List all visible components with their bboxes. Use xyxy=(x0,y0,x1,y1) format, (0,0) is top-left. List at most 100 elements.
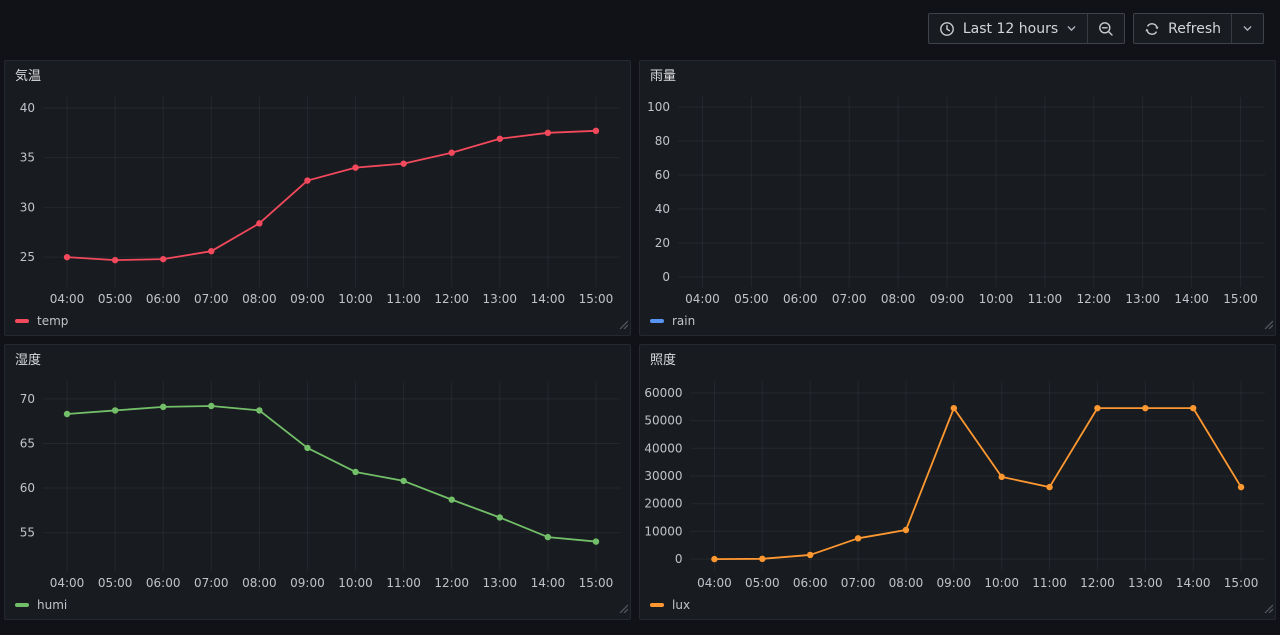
svg-text:40: 40 xyxy=(20,101,35,115)
panel-title[interactable]: 湿度 xyxy=(5,345,630,373)
svg-text:13:00: 13:00 xyxy=(1125,292,1160,306)
svg-text:65: 65 xyxy=(20,436,35,450)
svg-text:08:00: 08:00 xyxy=(242,292,277,306)
time-range-label: Last 12 hours xyxy=(963,21,1058,37)
time-series-chart: 010000200003000040000500006000004:0005:0… xyxy=(640,373,1275,593)
legend-swatch xyxy=(650,603,664,607)
svg-text:25: 25 xyxy=(20,250,35,264)
svg-text:04:00: 04:00 xyxy=(697,576,732,590)
svg-text:20: 20 xyxy=(655,236,670,250)
svg-text:11:00: 11:00 xyxy=(386,292,421,306)
panel-title[interactable]: 雨量 xyxy=(640,61,1275,89)
legend-item-rain[interactable]: rain xyxy=(650,314,695,328)
legend-item-humi[interactable]: humi xyxy=(15,598,67,612)
svg-text:15:00: 15:00 xyxy=(1223,292,1258,306)
svg-text:12:00: 12:00 xyxy=(434,292,469,306)
refresh-icon xyxy=(1144,21,1160,37)
chart-legend: rain xyxy=(640,309,1275,333)
zoom-out-button[interactable] xyxy=(1087,14,1124,43)
time-controls-group: Last 12 hours xyxy=(928,13,1125,44)
svg-text:04:00: 04:00 xyxy=(685,292,720,306)
svg-text:12:00: 12:00 xyxy=(1080,576,1115,590)
panel-rain: 雨量 02040608010004:0005:0006:0007:0008:00… xyxy=(639,60,1276,336)
legend-item-lux[interactable]: lux xyxy=(650,598,690,612)
svg-text:05:00: 05:00 xyxy=(745,576,780,590)
svg-text:11:00: 11:00 xyxy=(386,576,421,590)
legend-label: humi xyxy=(37,598,67,612)
chart-legend: humi xyxy=(5,593,630,617)
panel-temperature: 気温 2530354004:0005:0006:0007:0008:0009:0… xyxy=(4,60,631,336)
svg-text:30: 30 xyxy=(20,200,35,214)
svg-text:06:00: 06:00 xyxy=(146,292,181,306)
svg-text:15:00: 15:00 xyxy=(579,292,614,306)
time-series-chart: 02040608010004:0005:0006:0007:0008:0009:… xyxy=(640,89,1275,309)
svg-text:06:00: 06:00 xyxy=(793,576,828,590)
svg-text:05:00: 05:00 xyxy=(734,292,769,306)
svg-text:11:00: 11:00 xyxy=(1028,292,1063,306)
svg-text:10:00: 10:00 xyxy=(984,576,1019,590)
svg-text:07:00: 07:00 xyxy=(194,292,229,306)
svg-text:05:00: 05:00 xyxy=(98,292,133,306)
legend-label: temp xyxy=(37,314,68,328)
svg-text:10:00: 10:00 xyxy=(338,292,373,306)
refresh-button[interactable]: Refresh xyxy=(1134,14,1231,43)
svg-text:10000: 10000 xyxy=(644,524,682,538)
panel-title[interactable]: 照度 xyxy=(640,345,1275,373)
svg-text:10:00: 10:00 xyxy=(979,292,1014,306)
svg-text:14:00: 14:00 xyxy=(1176,576,1211,590)
svg-text:08:00: 08:00 xyxy=(881,292,916,306)
svg-text:14:00: 14:00 xyxy=(531,292,566,306)
panel-illuminance: 照度 010000200003000040000500006000004:000… xyxy=(639,344,1276,620)
svg-text:06:00: 06:00 xyxy=(783,292,818,306)
chart-legend: lux xyxy=(640,593,1275,617)
svg-text:15:00: 15:00 xyxy=(1224,576,1259,590)
svg-text:20000: 20000 xyxy=(644,497,682,511)
chevron-down-icon xyxy=(1066,23,1077,34)
chevron-down-icon xyxy=(1242,23,1253,34)
svg-text:60: 60 xyxy=(20,481,35,495)
legend-label: lux xyxy=(672,598,690,612)
chart-legend: temp xyxy=(5,309,630,333)
svg-text:12:00: 12:00 xyxy=(434,576,469,590)
magnifier-minus-icon xyxy=(1098,21,1114,37)
refresh-group: Refresh xyxy=(1133,13,1264,44)
legend-swatch xyxy=(15,319,29,323)
panel-title[interactable]: 気温 xyxy=(5,61,630,89)
svg-text:07:00: 07:00 xyxy=(832,292,867,306)
svg-text:06:00: 06:00 xyxy=(146,576,181,590)
svg-text:70: 70 xyxy=(20,392,35,406)
panel-resize-handle[interactable] xyxy=(1263,598,1273,617)
grafana-dashboard: { "toolbar": { "time_range": { "label": … xyxy=(0,0,1280,635)
svg-text:14:00: 14:00 xyxy=(531,576,566,590)
svg-text:40000: 40000 xyxy=(644,441,682,455)
refresh-label: Refresh xyxy=(1168,21,1221,37)
svg-text:05:00: 05:00 xyxy=(98,576,133,590)
legend-label: rain xyxy=(672,314,695,328)
svg-text:07:00: 07:00 xyxy=(841,576,876,590)
legend-item-temp[interactable]: temp xyxy=(15,314,68,328)
time-series-chart: 5560657004:0005:0006:0007:0008:0009:0010… xyxy=(5,373,630,593)
svg-text:09:00: 09:00 xyxy=(930,292,965,306)
time-series-chart: 2530354004:0005:0006:0007:0008:0009:0010… xyxy=(5,89,630,309)
time-range-picker[interactable]: Last 12 hours xyxy=(929,14,1087,43)
svg-text:09:00: 09:00 xyxy=(937,576,972,590)
svg-text:04:00: 04:00 xyxy=(50,576,85,590)
legend-swatch xyxy=(650,319,664,323)
svg-text:55: 55 xyxy=(20,526,35,540)
legend-swatch xyxy=(15,603,29,607)
clock-icon xyxy=(939,21,955,37)
svg-text:0: 0 xyxy=(675,552,683,566)
refresh-interval-dropdown[interactable] xyxy=(1231,14,1263,43)
svg-text:09:00: 09:00 xyxy=(290,576,325,590)
svg-text:80: 80 xyxy=(655,134,670,148)
svg-text:0: 0 xyxy=(662,270,670,284)
panel-resize-handle[interactable] xyxy=(618,314,628,333)
svg-text:35: 35 xyxy=(20,151,35,165)
panel-resize-handle[interactable] xyxy=(1263,314,1273,333)
panel-resize-handle[interactable] xyxy=(618,598,628,617)
svg-text:13:00: 13:00 xyxy=(482,292,517,306)
dashboard-toolbar: Last 12 hours Refresh xyxy=(928,13,1264,44)
svg-text:60: 60 xyxy=(655,168,670,182)
svg-text:50000: 50000 xyxy=(644,414,682,428)
svg-text:04:00: 04:00 xyxy=(50,292,85,306)
